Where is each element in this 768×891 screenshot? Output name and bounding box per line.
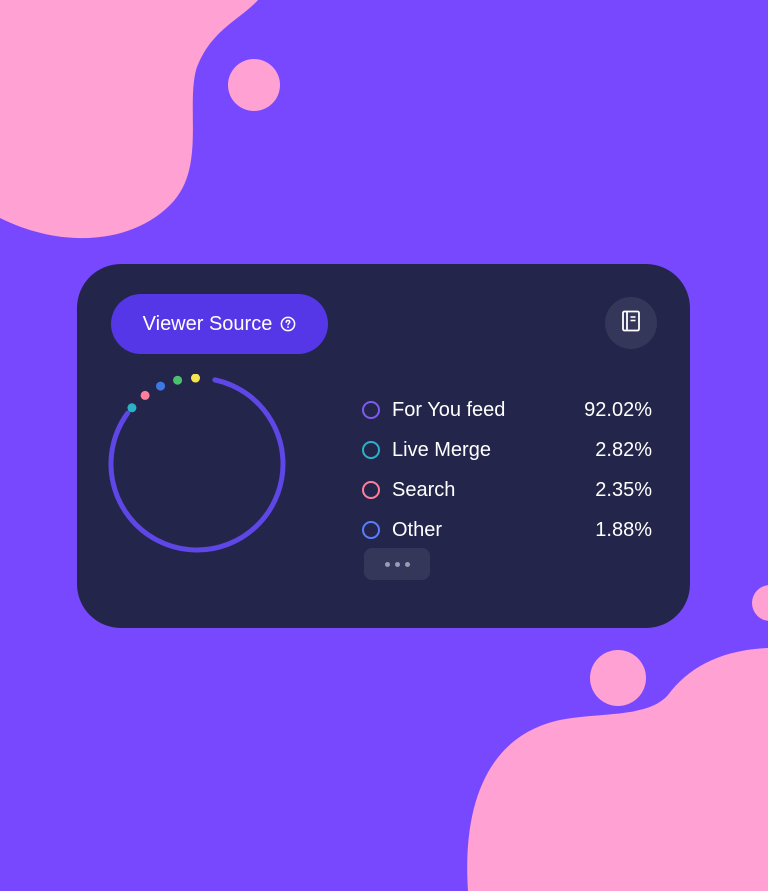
legend-value: 2.35% bbox=[595, 478, 652, 501]
legend-value: 1.88% bbox=[595, 518, 652, 541]
donut-dot bbox=[191, 374, 200, 383]
donut-chart bbox=[108, 374, 286, 553]
ellipsis-dot bbox=[404, 561, 410, 567]
legend: For You feed 92.02% Live Merge 2.82% Search 2… bbox=[362, 390, 652, 550]
donut-dot bbox=[127, 403, 137, 413]
bottom-right-bubble bbox=[590, 650, 646, 706]
legend-marker bbox=[362, 481, 380, 499]
help-circle-icon[interactable] bbox=[280, 316, 296, 332]
legend-item: Search 2.35% bbox=[362, 470, 652, 510]
legend-value: 2.82% bbox=[595, 438, 652, 461]
viewer-source-card: Viewer Source For You feed 92.02% Live Mer… bbox=[77, 264, 690, 628]
ellipsis-dot bbox=[384, 561, 390, 567]
viewer-source-button[interactable]: Viewer Source bbox=[111, 294, 328, 354]
legend-label: For You feed bbox=[392, 398, 506, 421]
notebook-icon bbox=[621, 310, 641, 337]
legend-label: Other bbox=[392, 518, 443, 541]
legend-marker bbox=[362, 521, 380, 539]
legend-item: Live Merge 2.82% bbox=[362, 430, 652, 470]
donut-arc-for-you-feed bbox=[108, 377, 286, 553]
legend-label: Live Merge bbox=[392, 438, 491, 461]
legend-item: Other 1.88% bbox=[362, 510, 652, 550]
more-button[interactable] bbox=[364, 548, 430, 580]
legend-value: 92.02% bbox=[584, 398, 652, 421]
legend-marker bbox=[362, 441, 380, 459]
notebook-button[interactable] bbox=[605, 297, 657, 349]
donut-dot bbox=[173, 375, 183, 385]
legend-marker bbox=[362, 401, 380, 419]
legend-label: Search bbox=[392, 478, 456, 501]
top-left-bubble bbox=[228, 59, 280, 111]
viewer-source-label: Viewer Source bbox=[142, 312, 273, 335]
ellipsis-dot bbox=[394, 561, 400, 567]
legend-item: For You feed 92.02% bbox=[362, 390, 652, 430]
donut-dot bbox=[140, 390, 150, 400]
donut-dot bbox=[156, 381, 166, 391]
